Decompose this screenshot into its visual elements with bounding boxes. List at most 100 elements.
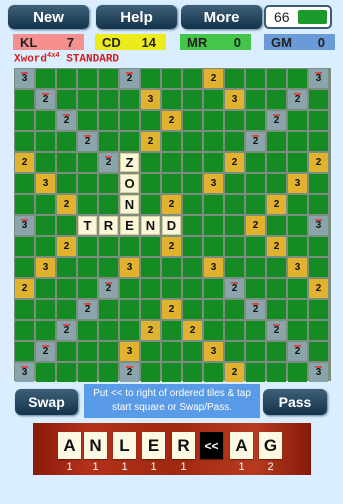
board-square[interactable] — [225, 132, 244, 151]
board-square[interactable] — [246, 69, 265, 88]
board-tile[interactable]: Z — [120, 153, 139, 172]
board-square[interactable] — [183, 132, 202, 151]
board-tile[interactable]: D — [162, 216, 181, 235]
premium-square-letter[interactable]: 2 — [36, 342, 55, 361]
board-square[interactable] — [309, 321, 328, 340]
board-square[interactable] — [99, 300, 118, 319]
board-square[interactable] — [141, 300, 160, 319]
board-square[interactable] — [309, 237, 328, 256]
board-square[interactable] — [162, 279, 181, 298]
new-game-button[interactable]: New — [8, 5, 89, 29]
premium-square-letter[interactable]: 2 — [78, 132, 97, 151]
board-square[interactable] — [225, 111, 244, 130]
board-square[interactable] — [246, 90, 265, 109]
board-square[interactable] — [36, 132, 55, 151]
premium-square-letter[interactable]: 2 — [225, 279, 244, 298]
premium-square-word[interactable]: 2 — [225, 153, 244, 172]
rack-tile[interactable]: L — [113, 432, 136, 459]
board-square[interactable] — [99, 342, 118, 361]
board-square[interactable] — [78, 342, 97, 361]
board-square[interactable] — [99, 174, 118, 193]
board-square[interactable] — [15, 90, 34, 109]
board-square[interactable] — [36, 279, 55, 298]
premium-square-word[interactable]: 2 — [267, 195, 286, 214]
premium-square-letter[interactable]: 2 — [99, 153, 118, 172]
board-square[interactable] — [288, 363, 307, 382]
premium-square-word[interactable]: 2 — [57, 195, 76, 214]
premium-square-letter[interactable]: 2 — [57, 111, 76, 130]
board-square[interactable] — [225, 174, 244, 193]
board-square[interactable] — [267, 300, 286, 319]
board-square[interactable] — [288, 195, 307, 214]
board-square[interactable] — [162, 90, 181, 109]
premium-square-word[interactable]: 2 — [162, 237, 181, 256]
board-tile[interactable]: O — [120, 174, 139, 193]
board-square[interactable] — [225, 342, 244, 361]
premium-square-word[interactable]: 2 — [225, 363, 244, 382]
premium-square-letter[interactable]: 2 — [267, 321, 286, 340]
board-square[interactable] — [246, 153, 265, 172]
board-square[interactable] — [204, 321, 223, 340]
premium-square-letter[interactable]: 3 — [15, 363, 34, 382]
board-square[interactable] — [141, 195, 160, 214]
premium-square-word[interactable]: 2 — [141, 132, 160, 151]
board-square[interactable] — [162, 153, 181, 172]
board-square[interactable] — [246, 111, 265, 130]
board-square[interactable] — [246, 174, 265, 193]
board-square[interactable] — [288, 321, 307, 340]
board-square[interactable] — [309, 132, 328, 151]
board-square[interactable] — [78, 258, 97, 277]
premium-square-word[interactable]: 3 — [204, 174, 223, 193]
premium-square-letter[interactable]: 2 — [288, 90, 307, 109]
swap-button[interactable]: Swap — [15, 389, 78, 415]
premium-square-letter[interactable]: 2 — [288, 342, 307, 361]
board-square[interactable] — [204, 111, 223, 130]
board-square[interactable] — [225, 300, 244, 319]
rack-tile[interactable]: N — [84, 432, 107, 459]
board-square[interactable] — [309, 174, 328, 193]
board-square[interactable] — [78, 174, 97, 193]
board-square[interactable] — [225, 321, 244, 340]
board-square[interactable] — [99, 111, 118, 130]
board-square[interactable] — [141, 342, 160, 361]
board-square[interactable] — [309, 90, 328, 109]
board-square[interactable] — [204, 216, 223, 235]
board-tile[interactable]: R — [99, 216, 118, 235]
board-square[interactable] — [183, 90, 202, 109]
board-tile[interactable]: N — [120, 195, 139, 214]
premium-square-word[interactable]: 3 — [120, 342, 139, 361]
board-square[interactable] — [183, 174, 202, 193]
premium-square-word[interactable]: 2 — [15, 153, 34, 172]
board-square[interactable] — [162, 342, 181, 361]
premium-square-word[interactable]: 3 — [36, 174, 55, 193]
board-square[interactable] — [99, 237, 118, 256]
board-square[interactable] — [57, 258, 76, 277]
premium-square-letter[interactable]: 3 — [15, 69, 34, 88]
premium-square-word[interactable]: 3 — [288, 174, 307, 193]
board-square[interactable] — [141, 174, 160, 193]
board-square[interactable] — [309, 195, 328, 214]
board-square[interactable] — [183, 237, 202, 256]
rack-tile[interactable]: G — [259, 432, 282, 459]
board-square[interactable] — [78, 363, 97, 382]
board-square[interactable] — [57, 69, 76, 88]
pass-button[interactable]: Pass — [263, 389, 327, 415]
board-square[interactable] — [183, 342, 202, 361]
board-square[interactable] — [120, 132, 139, 151]
board-square[interactable] — [120, 279, 139, 298]
premium-square-letter[interactable]: 3 — [309, 216, 328, 235]
board-square[interactable] — [15, 237, 34, 256]
premium-square-word[interactable]: 2 — [246, 216, 265, 235]
board-square[interactable] — [183, 300, 202, 319]
board-square[interactable] — [36, 321, 55, 340]
rack-tile[interactable]: R — [172, 432, 195, 459]
board-square[interactable] — [120, 237, 139, 256]
board-square[interactable] — [204, 90, 223, 109]
board-square[interactable] — [99, 195, 118, 214]
rack-tile[interactable]: E — [142, 432, 165, 459]
board-square[interactable] — [99, 363, 118, 382]
premium-square-word[interactable]: 2 — [15, 279, 34, 298]
board-square[interactable] — [141, 363, 160, 382]
board-square[interactable] — [99, 258, 118, 277]
board-square[interactable] — [57, 90, 76, 109]
